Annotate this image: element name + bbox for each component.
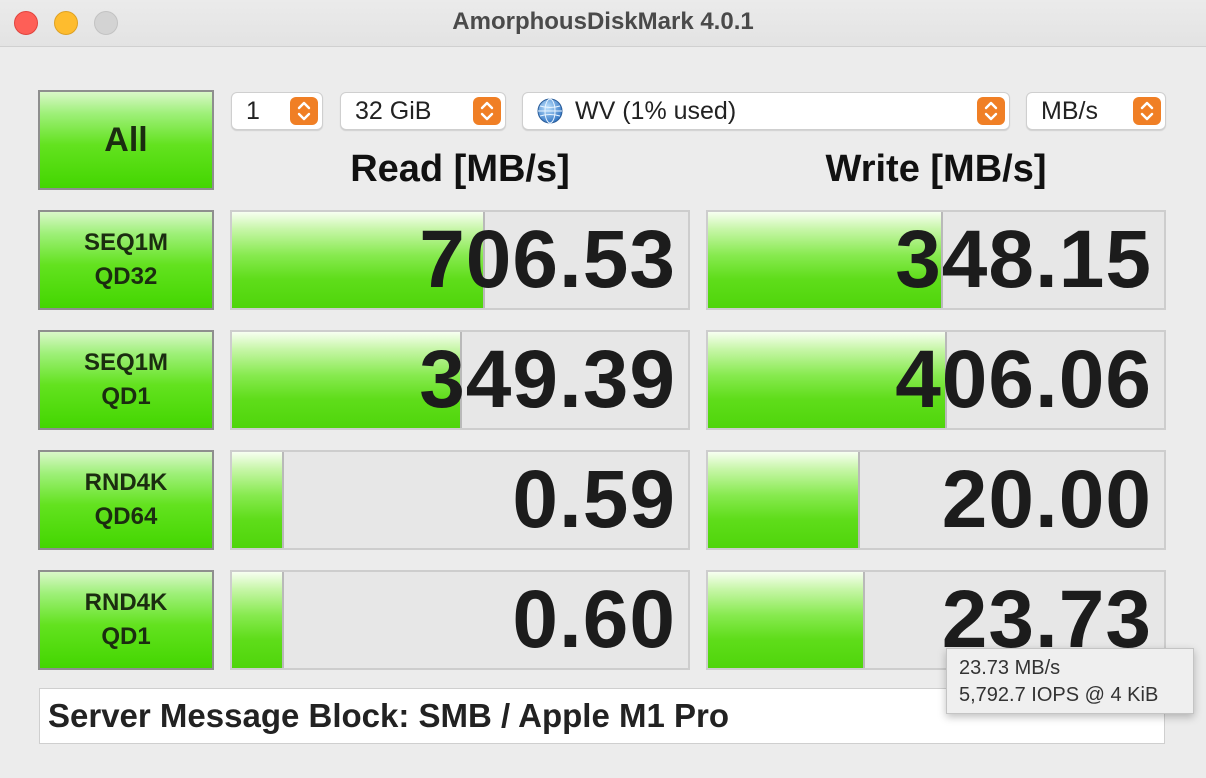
write-bar [708,452,861,548]
test-size-value: 32 GiB [355,96,432,125]
stepper-arrows-icon [1133,97,1161,125]
read-result-rnd4k-qd64: 0.59 [230,450,690,550]
write-value: 20.00 [941,454,1152,545]
test-count-select[interactable]: 1 [231,92,323,130]
target-volume-select[interactable]: WV (1% used) [522,92,1010,130]
test-button-seq1m-qd1[interactable]: SEQ1M QD1 [38,330,214,430]
write-result-rnd4k-qd64: 20.00 [706,450,1166,550]
test-label-line2: QD1 [101,623,151,650]
write-result-seq1m-qd32: 348.15 [706,210,1166,310]
write-value: 348.15 [895,214,1152,305]
test-label-line1: RND4K [84,589,168,616]
test-button-rnd4k-qd1[interactable]: RND4K QD1 [38,570,214,670]
network-globe-icon [537,98,563,124]
test-count-value: 1 [246,96,260,125]
read-value: 0.59 [512,454,676,545]
read-value: 0.60 [512,574,676,665]
tooltip-speed: 23.73 MB/s [959,657,1061,679]
tooltip-iops: 5,792.7 IOPS @ 4 KiB [959,684,1159,706]
write-value: 406.06 [895,334,1152,425]
read-result-seq1m-qd1: 349.39 [230,330,690,430]
stepper-arrows-icon [290,97,318,125]
test-button-rnd4k-qd64[interactable]: RND4K QD64 [38,450,214,550]
title-bar: AmorphousDiskMark 4.0.1 [0,0,1206,47]
comment-text: Server Message Block: SMB / Apple M1 Pro [48,697,729,734]
test-label-line1: SEQ1M [83,229,169,256]
read-column-header: Read [MB/s] [350,148,570,190]
test-label-line2: QD32 [94,263,158,290]
stepper-arrows-icon [977,97,1005,125]
read-bar [232,572,285,668]
read-result-rnd4k-qd1: 0.60 [230,570,690,670]
unit-select[interactable]: MB/s [1026,92,1166,130]
run-all-label: All [104,120,148,159]
stepper-arrows-icon [473,97,501,125]
test-label-line2: QD64 [94,503,158,530]
write-result-seq1m-qd1: 406.06 [706,330,1166,430]
result-tooltip: 23.73 MB/s 5,792.7 IOPS @ 4 KiB [946,648,1194,714]
run-all-button[interactable]: All [38,90,214,190]
test-size-select[interactable]: 32 GiB [340,92,506,130]
test-label-line1: RND4K [84,469,168,496]
test-button-seq1m-qd32[interactable]: SEQ1M QD32 [38,210,214,310]
read-value: 706.53 [419,214,676,305]
write-column-header: Write [MB/s] [825,148,1047,190]
target-volume-value: WV (1% used) [575,96,737,125]
window-title: AmorphousDiskMark 4.0.1 [452,8,754,35]
test-label-line1: SEQ1M [83,349,169,376]
unit-value: MB/s [1041,96,1098,125]
read-result-seq1m-qd32: 706.53 [230,210,690,310]
test-label-line2: QD1 [101,383,151,410]
read-bar [232,452,285,548]
read-value: 349.39 [419,334,676,425]
write-bar [708,572,866,668]
